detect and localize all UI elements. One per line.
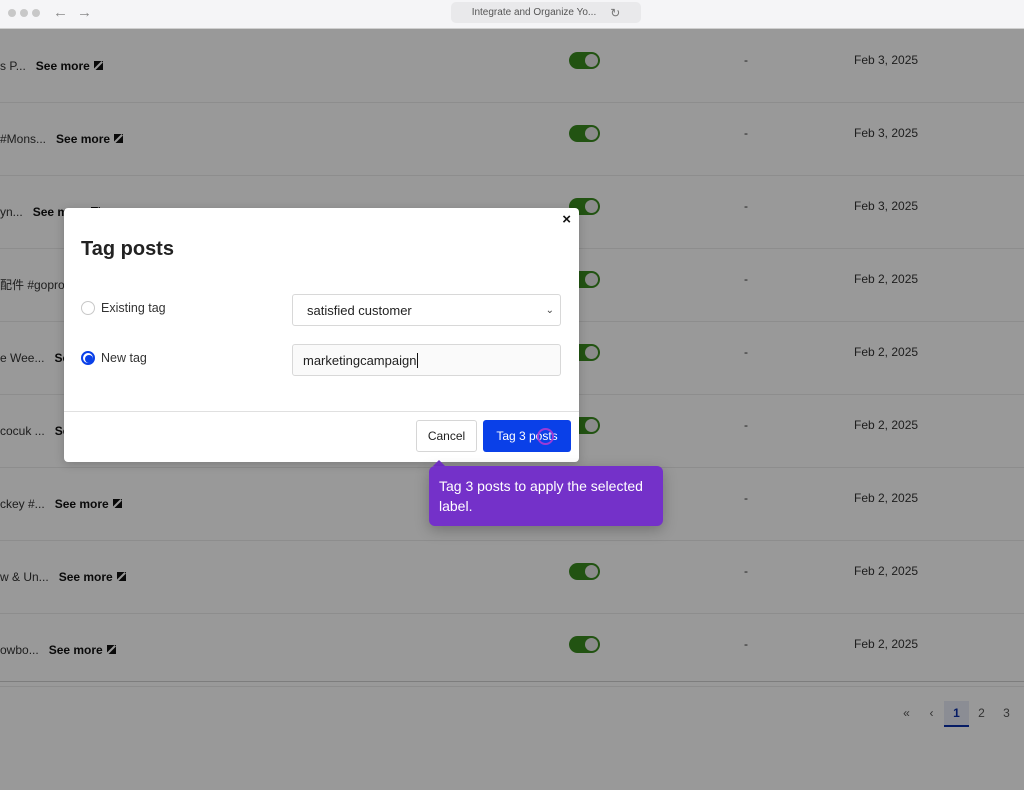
address-bar[interactable]: Integrate and Organize Yo... ↻ [451,2,641,23]
close-icon[interactable]: × [562,211,571,228]
mouse-cursor-indicator [537,428,554,445]
modal-footer-divider [64,411,579,412]
text-caret [417,352,419,368]
arrow-right-icon[interactable]: → [77,4,92,22]
tag-posts-button[interactable]: Tag 3 posts [483,420,571,452]
new-tag-option[interactable]: New tag [81,351,147,365]
new-tag-radio[interactable] [81,351,95,365]
window-controls[interactable] [8,9,40,17]
tag-posts-modal: × Tag posts Existing tag satisfied custo… [64,208,579,462]
existing-tag-select[interactable]: satisfied customer ⌄ [292,294,561,326]
browser-toolbar: ← → Integrate and Organize Yo... ↻ [0,0,1024,29]
new-tag-label: New tag [101,351,147,365]
existing-tag-option[interactable]: Existing tag [81,301,166,315]
chevron-down-icon: ⌄ [545,304,554,316]
tab-title: Integrate and Organize Yo... [471,7,597,18]
maximize-window-dot[interactable] [32,9,40,17]
existing-tag-label: Existing tag [101,301,166,315]
modal-title: Tag posts [81,238,174,260]
close-window-dot[interactable] [8,9,16,17]
arrow-left-icon[interactable]: ← [53,4,68,22]
reload-icon[interactable]: ↻ [610,6,620,20]
cancel-button[interactable]: Cancel [416,420,477,452]
new-tag-input[interactable]: marketingcampaign [292,344,561,376]
existing-tag-radio[interactable] [81,301,95,315]
existing-tag-value: satisfied customer [307,302,412,318]
minimize-window-dot[interactable] [20,9,28,17]
new-tag-input-value: marketingcampaign [303,352,417,368]
tooltip: Tag 3 posts to apply the selected label. [429,466,663,526]
